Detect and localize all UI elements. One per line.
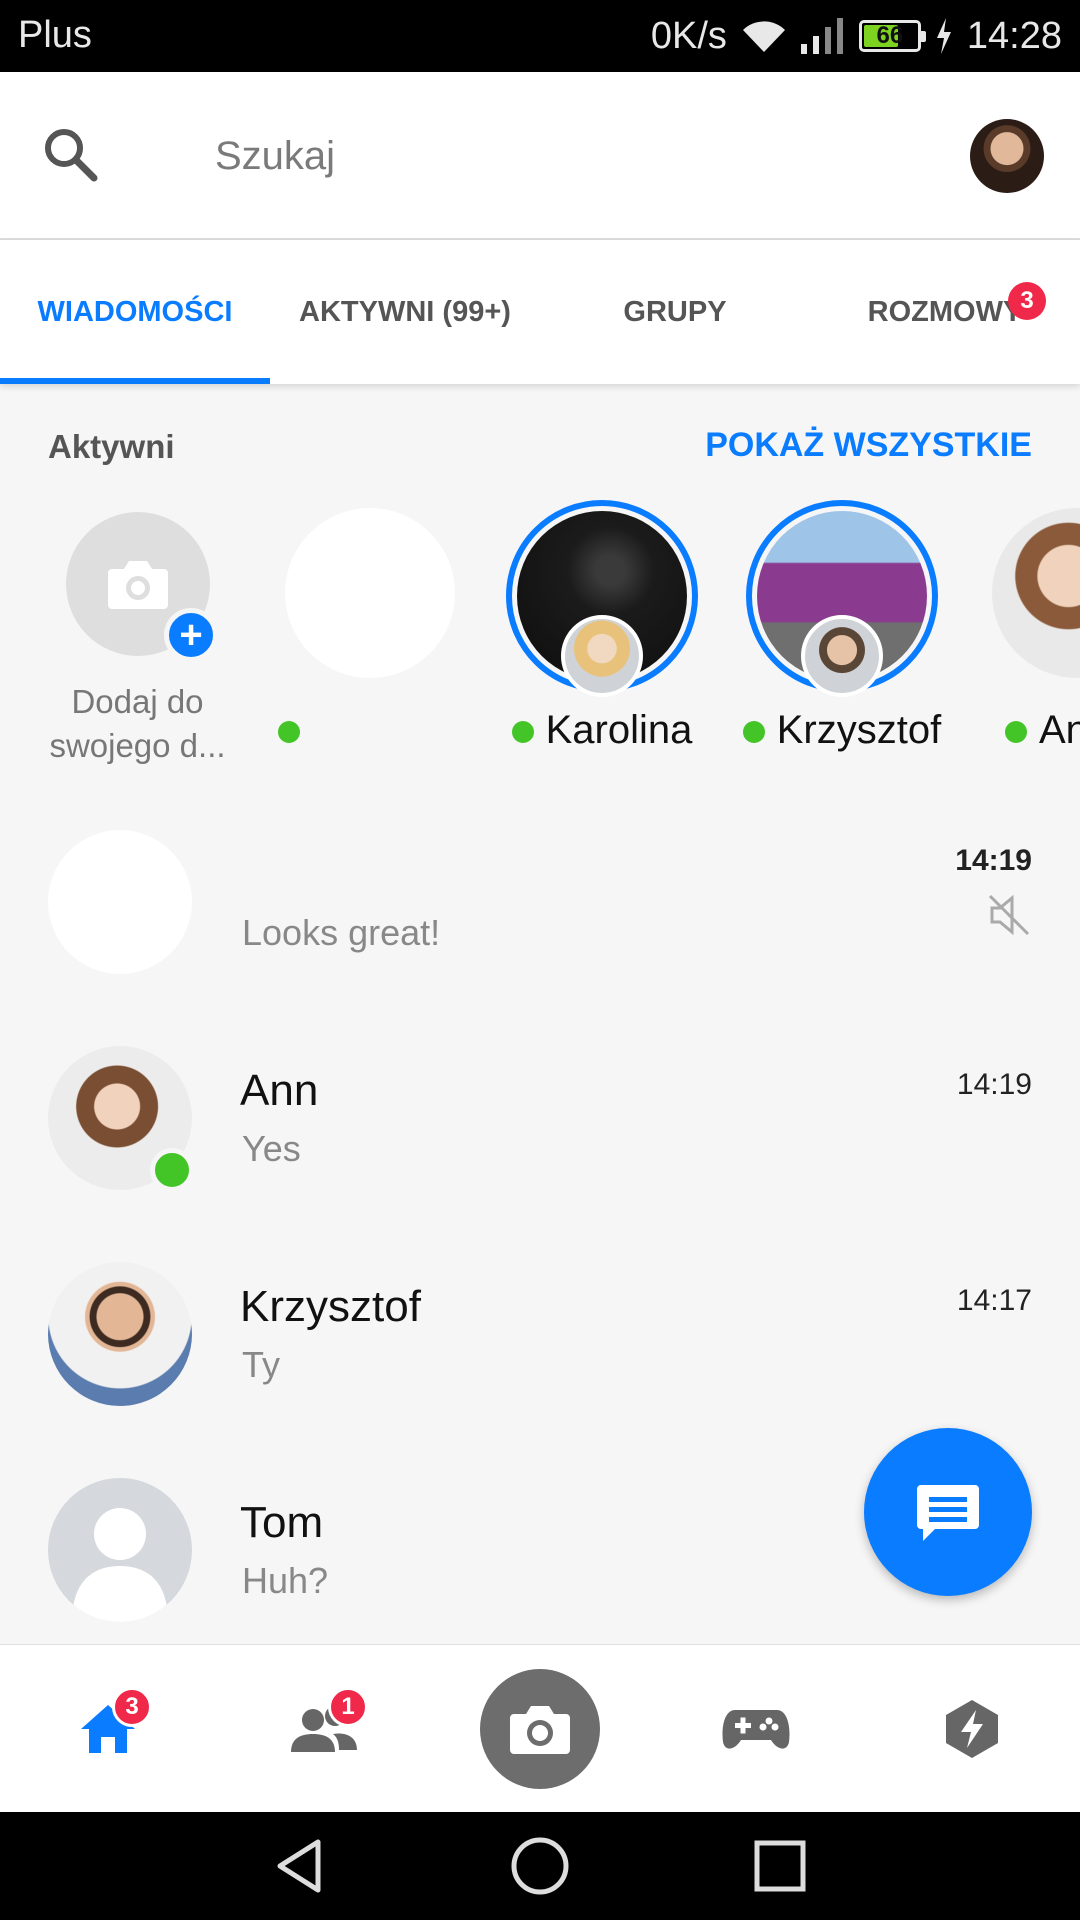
battery-level: 66 [876,22,904,49]
conversation-name: Ann [240,1066,319,1115]
active-section-title: Aktywni [48,428,175,465]
online-indicator [742,721,765,744]
camera-icon [108,561,168,609]
network-speed: 0K/s [650,14,727,57]
battery-icon: 66 [858,20,926,52]
conversation-time: 14:19 [956,1068,1032,1101]
online-indicator [150,1148,194,1192]
system-navigation-bar [0,1812,1080,1920]
online-indicator [1005,721,1027,744]
active-contact-1[interactable] [270,500,470,770]
conversation-preview: Huh? [242,1560,329,1601]
contact-name: Karolina [545,708,693,752]
contact-name: An [1039,708,1080,752]
active-contact-ann[interactable]: An [985,500,1080,770]
recents-icon[interactable] [748,1834,812,1898]
charging-icon [936,18,951,54]
active-tab-indicator [0,378,270,384]
contact-name-row: Karolina [502,708,702,753]
bottom-navigation: 3 1 [0,1644,1080,1812]
add-plus-icon: + [164,608,218,662]
home-badge: 3 [112,1687,152,1727]
contact-avatar [801,615,883,697]
new-message-button[interactable] [864,1428,1032,1596]
tab-messages[interactable]: WIADOMOŚCI [0,240,270,384]
wifi-icon [742,21,785,52]
compose-icon [917,1485,979,1541]
add-story-label: Dodaj do swojego d... [49,683,226,764]
nav-people[interactable]: 1 [264,1645,384,1813]
people-badge: 1 [328,1687,368,1727]
online-indicator [511,721,534,744]
online-indicator [278,721,300,744]
active-contact-karolina[interactable]: Karolina [502,500,702,770]
back-icon[interactable] [268,1834,332,1898]
tab-calls-badge: 3 [1008,282,1046,320]
search-input[interactable] [215,124,915,188]
tab-groups[interactable]: GRUPY [540,240,810,384]
home-circle-icon[interactable] [508,1834,572,1898]
camera-button[interactable] [480,1669,600,1789]
conversation-time: 14:17 [956,1284,1032,1317]
status-indicators: 0K/s 66 14:28 [651,0,1062,72]
nav-games[interactable] [696,1645,816,1813]
active-contact-krzysztof[interactable]: Krzysztof [742,500,942,770]
conversation-preview: Ty [242,1344,281,1385]
contact-avatar [992,508,1080,678]
default-avatar-icon [72,1508,168,1622]
conversation-row-krzysztof[interactable]: Krzysztof Ty 14:17 [0,1232,1080,1442]
avatar [48,830,192,974]
conversation-name: Krzysztof [240,1282,421,1331]
conversation-name: Tom [240,1498,324,1547]
clock: 14:28 [966,14,1062,57]
signal-icon [800,18,843,54]
profile-avatar[interactable] [970,119,1044,193]
tab-bar: WIADOMOŚCI AKTYWNI (99+) GRUPY ROZMOWY 3 [0,240,1080,384]
nav-discover[interactable] [912,1645,1032,1813]
contact-avatar [561,615,643,697]
contact-avatar [285,508,455,678]
gamepad-icon [722,1710,790,1749]
avatar [48,1262,192,1406]
conversation-row-1[interactable]: Looks great! 14:19 [0,800,1080,1010]
nav-home[interactable]: 3 [48,1645,168,1813]
contact-name-row: An [1005,708,1080,753]
avatar [48,1478,192,1622]
camera-icon [510,1706,570,1754]
contact-name: Krzysztof [776,708,942,752]
search-icon[interactable] [40,124,100,184]
muted-icon [988,894,1030,936]
contact-name-row: Krzysztof [742,708,942,753]
show-all-link[interactable]: POKAŻ WSZYSTKIE [705,426,1032,465]
conversation-preview: Yes [242,1128,301,1169]
carrier-name: Plus [18,14,92,56]
search-header [0,72,1080,240]
lightning-hexagon-icon [946,1700,998,1758]
contact-name-row [278,708,478,753]
tab-active[interactable]: AKTYWNI (99+) [270,240,540,384]
status-bar: Plus 0K/s 66 14:28 [0,0,1080,72]
conversation-preview: Looks great! [242,912,441,953]
conversation-time: 14:19 [955,844,1032,877]
conversation-row-ann[interactable]: Ann Yes 14:19 [0,1016,1080,1226]
